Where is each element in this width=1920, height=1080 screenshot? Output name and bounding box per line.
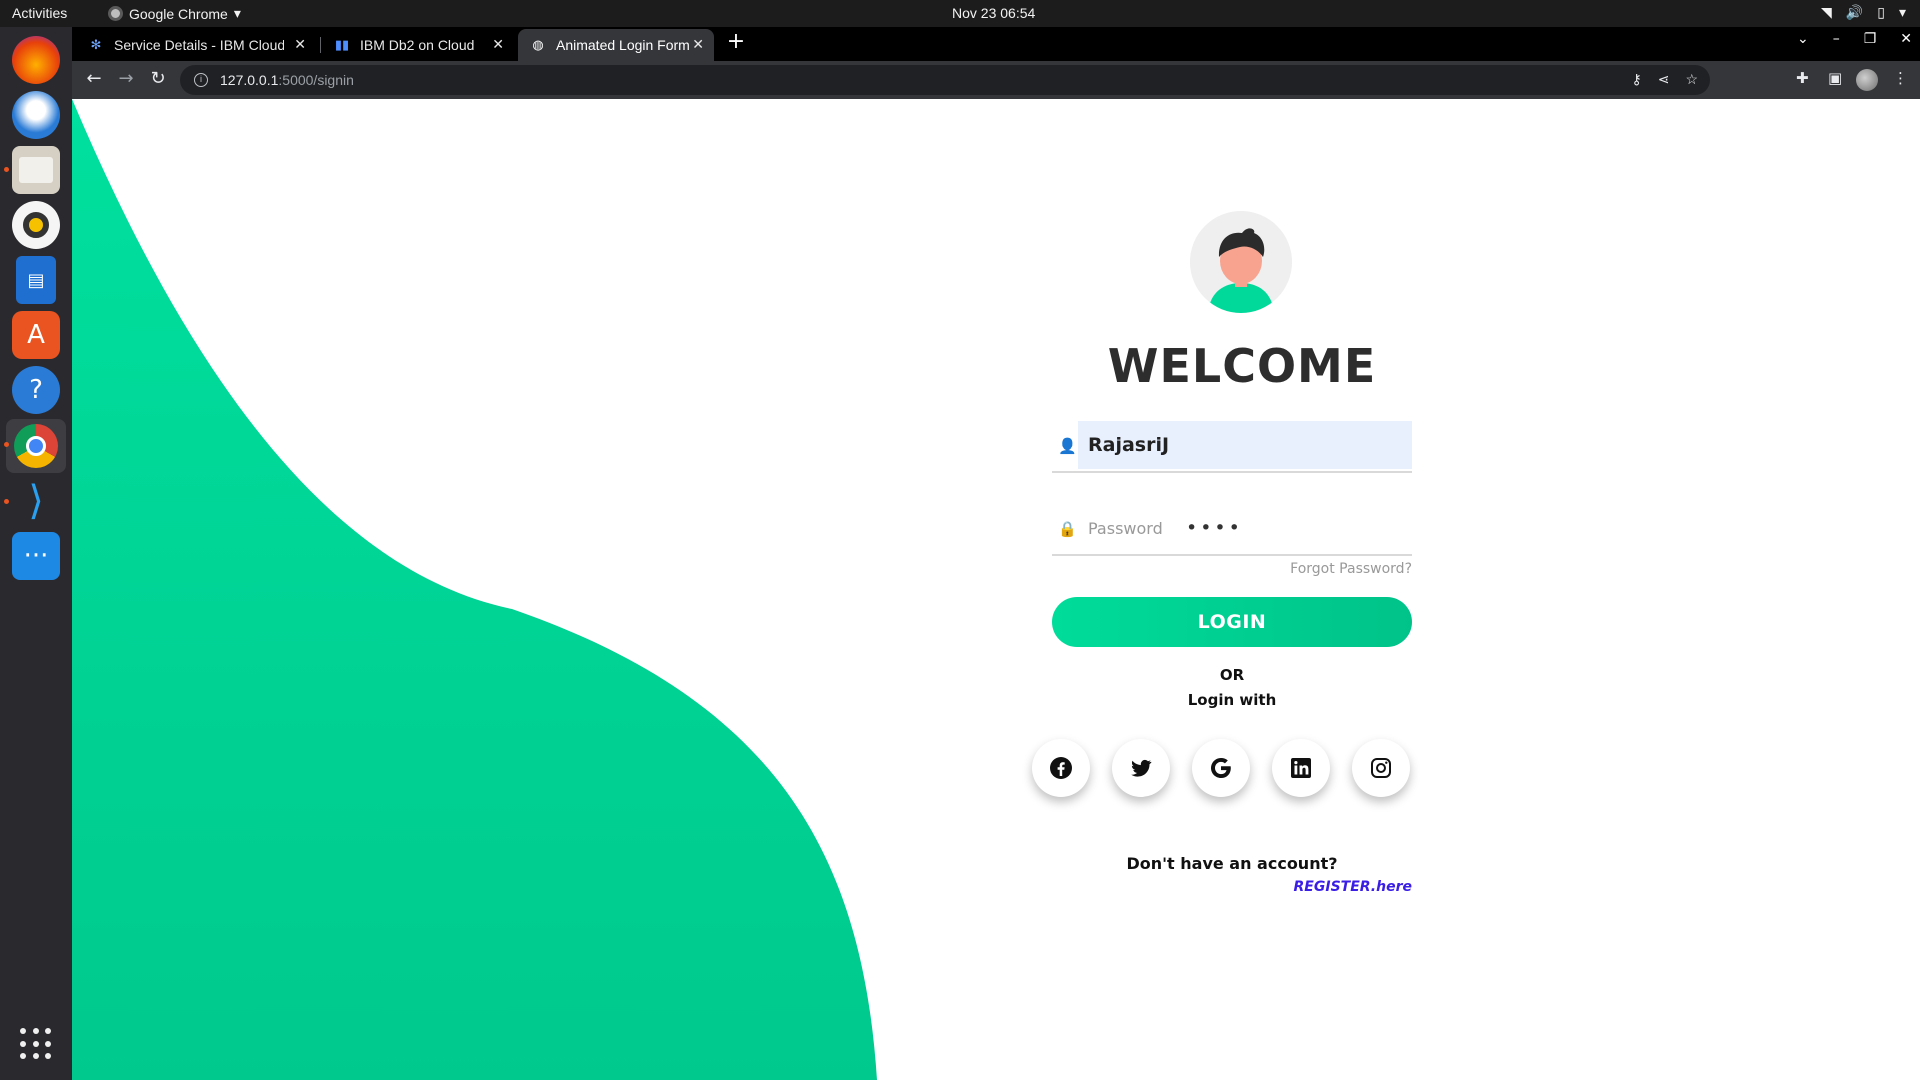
url-path: :5000/signin bbox=[278, 72, 354, 88]
maximize-icon[interactable]: ❐ bbox=[1864, 31, 1877, 47]
system-tray[interactable]: ◥ 🔊 ▯ ▾ bbox=[1821, 4, 1906, 21]
firefox-icon[interactable] bbox=[12, 36, 60, 84]
password-input[interactable] bbox=[1078, 504, 1412, 552]
twitter-icon bbox=[1131, 759, 1152, 777]
tab-title: Animated Login Form bbox=[556, 37, 690, 53]
ibm-cloud-icon: ✻ bbox=[90, 37, 102, 52]
app-menu[interactable]: Google Chrome ▾ bbox=[108, 5, 241, 22]
chrome-small-icon bbox=[108, 6, 123, 21]
green-wave-background bbox=[72, 99, 877, 1080]
no-account-text: Don't have an account? bbox=[1126, 854, 1338, 873]
app-menu-label: Google Chrome bbox=[129, 5, 228, 22]
page-viewport: WELCOME 👤 🔒 Password Forgot Password? LO… bbox=[72, 99, 1920, 1080]
tab-animated-login-form[interactable]: ◍ Animated Login Form ✕ bbox=[518, 29, 714, 61]
tab-title: Service Details - IBM Cloud bbox=[114, 37, 284, 53]
window-controls: ⌄ – ❐ ✕ bbox=[1797, 31, 1912, 47]
url-host: 127.0.0.1 bbox=[220, 72, 279, 88]
user-avatar-icon bbox=[1190, 211, 1292, 313]
username-field: 👤 bbox=[1052, 421, 1412, 473]
tab-separator bbox=[320, 37, 321, 53]
extensions-icon[interactable]: ✚ bbox=[1796, 69, 1809, 87]
google-login-button[interactable] bbox=[1192, 739, 1250, 797]
dock: ▤ A ? ⟩ ··· bbox=[0, 27, 72, 1080]
chrome-icon[interactable] bbox=[6, 419, 66, 473]
clock[interactable]: Nov 23 06:54 bbox=[952, 5, 1035, 21]
minimize-icon[interactable]: – bbox=[1833, 31, 1840, 47]
system-top-bar: Activities Google Chrome ▾ Nov 23 06:54 … bbox=[0, 0, 1920, 27]
volume-icon: 🔊 bbox=[1845, 4, 1864, 20]
facebook-login-button[interactable] bbox=[1032, 739, 1090, 797]
login-with-label: Login with bbox=[1187, 691, 1277, 709]
password-field: 🔒 Password bbox=[1052, 504, 1412, 556]
back-icon[interactable]: ← bbox=[82, 68, 106, 92]
chevron-down-icon: ▾ bbox=[233, 5, 241, 21]
reload-icon[interactable]: ↻ bbox=[146, 68, 170, 92]
vscode-icon[interactable]: ⟩ bbox=[12, 477, 60, 525]
linkedin-login-button[interactable] bbox=[1272, 739, 1330, 797]
close-tab-icon[interactable]: ✕ bbox=[492, 36, 504, 53]
user-icon: 👤 bbox=[1058, 437, 1077, 455]
software-icon[interactable]: A bbox=[12, 311, 60, 359]
running-indicator bbox=[4, 499, 9, 504]
activities-button[interactable]: Activities bbox=[12, 5, 67, 21]
username-input[interactable] bbox=[1078, 421, 1412, 469]
login-button[interactable]: LOGIN bbox=[1052, 597, 1412, 647]
chevron-down-icon: ▾ bbox=[1898, 4, 1906, 20]
site-info-icon[interactable]: i bbox=[194, 73, 208, 87]
forgot-password-link[interactable]: Forgot Password? bbox=[1290, 561, 1412, 577]
key-icon[interactable]: ⚷ bbox=[1631, 71, 1641, 88]
rhythmbox-icon[interactable] bbox=[12, 201, 60, 249]
profile-avatar[interactable] bbox=[1856, 69, 1878, 91]
running-indicator bbox=[4, 442, 9, 447]
bookmark-star-icon[interactable]: ☆ bbox=[1685, 71, 1698, 88]
close-tab-icon[interactable]: ✕ bbox=[294, 36, 306, 53]
writer-icon[interactable]: ▤ bbox=[16, 256, 56, 304]
wifi-icon: ◥ bbox=[1821, 4, 1832, 20]
menu-kebab-icon[interactable]: ⋮ bbox=[1893, 69, 1908, 87]
twitter-login-button[interactable] bbox=[1112, 739, 1170, 797]
browser-toolbar: ← → ↻ i 127.0.0.1:5000/signin ⚷ ⋖ ☆ ✚ ▣ … bbox=[72, 61, 1920, 99]
tab-ibm-db2[interactable]: ▮▮ IBM Db2 on Cloud ✕ bbox=[322, 29, 514, 61]
tab-strip: ✻ Service Details - IBM Cloud ✕ ▮▮ IBM D… bbox=[72, 27, 1920, 61]
instagram-login-button[interactable] bbox=[1352, 739, 1410, 797]
globe-icon: ◍ bbox=[532, 37, 544, 52]
tab-service-details[interactable]: ✻ Service Details - IBM Cloud ✕ bbox=[76, 29, 316, 61]
help-icon[interactable]: ? bbox=[12, 366, 60, 414]
chat-icon[interactable]: ··· bbox=[12, 532, 60, 580]
battery-icon: ▯ bbox=[1877, 4, 1885, 20]
running-indicator bbox=[4, 167, 9, 172]
share-icon[interactable]: ⋖ bbox=[1658, 71, 1670, 88]
tab-title: IBM Db2 on Cloud bbox=[360, 37, 475, 53]
instagram-icon bbox=[1371, 758, 1391, 778]
or-divider: OR bbox=[1219, 666, 1245, 684]
facebook-icon bbox=[1050, 757, 1072, 779]
google-icon bbox=[1211, 758, 1231, 778]
lock-icon: 🔒 bbox=[1058, 520, 1077, 538]
new-tab-button[interactable]: + bbox=[722, 29, 750, 57]
address-bar[interactable]: i 127.0.0.1:5000/signin ⚷ ⋖ ☆ bbox=[180, 65, 1710, 95]
db2-icon: ▮▮ bbox=[334, 37, 350, 52]
files-icon[interactable] bbox=[12, 146, 60, 194]
close-window-icon[interactable]: ✕ bbox=[1900, 31, 1912, 47]
social-login-row bbox=[1030, 739, 1434, 799]
close-tab-icon[interactable]: ✕ bbox=[692, 36, 704, 53]
avatar bbox=[1190, 211, 1292, 313]
linkedin-icon bbox=[1291, 758, 1311, 778]
forward-icon[interactable]: → bbox=[114, 68, 138, 92]
thunderbird-icon[interactable] bbox=[12, 91, 60, 139]
page-title: WELCOME bbox=[1107, 339, 1377, 393]
tab-search-icon[interactable]: ⌄ bbox=[1797, 31, 1809, 47]
show-apps-icon[interactable] bbox=[20, 1028, 52, 1060]
side-panel-icon[interactable]: ▣ bbox=[1828, 69, 1842, 87]
register-link[interactable]: REGISTER.here bbox=[1294, 879, 1412, 895]
